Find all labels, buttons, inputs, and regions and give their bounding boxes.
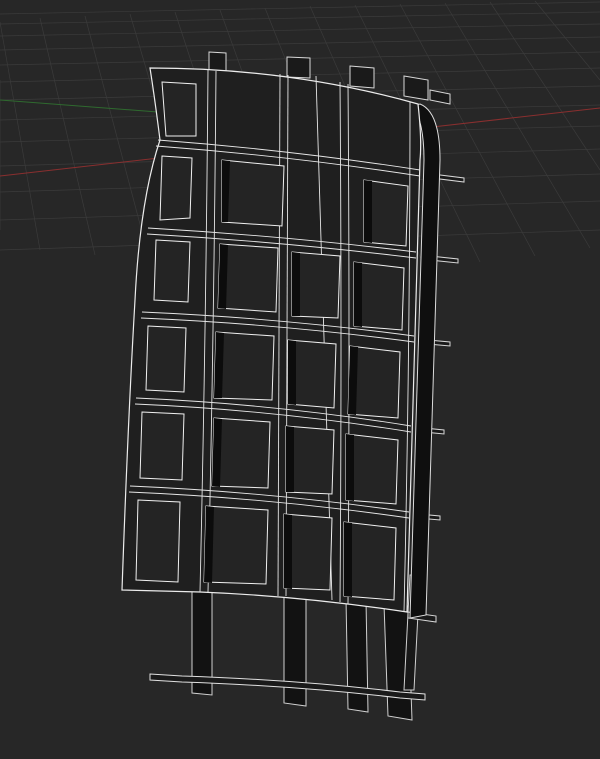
lattice-cell	[153, 239, 191, 303]
lattice-cell	[159, 155, 193, 221]
y-axis-line	[0, 99, 159, 113]
lattice-cell	[139, 411, 185, 481]
lattice-cell	[161, 81, 197, 137]
viewport-canvas[interactable]	[0, 0, 600, 759]
lattice-cell	[135, 499, 181, 583]
lattice-cell	[221, 159, 285, 227]
lattice-cell	[145, 325, 187, 393]
3d-viewport[interactable]	[0, 0, 600, 759]
